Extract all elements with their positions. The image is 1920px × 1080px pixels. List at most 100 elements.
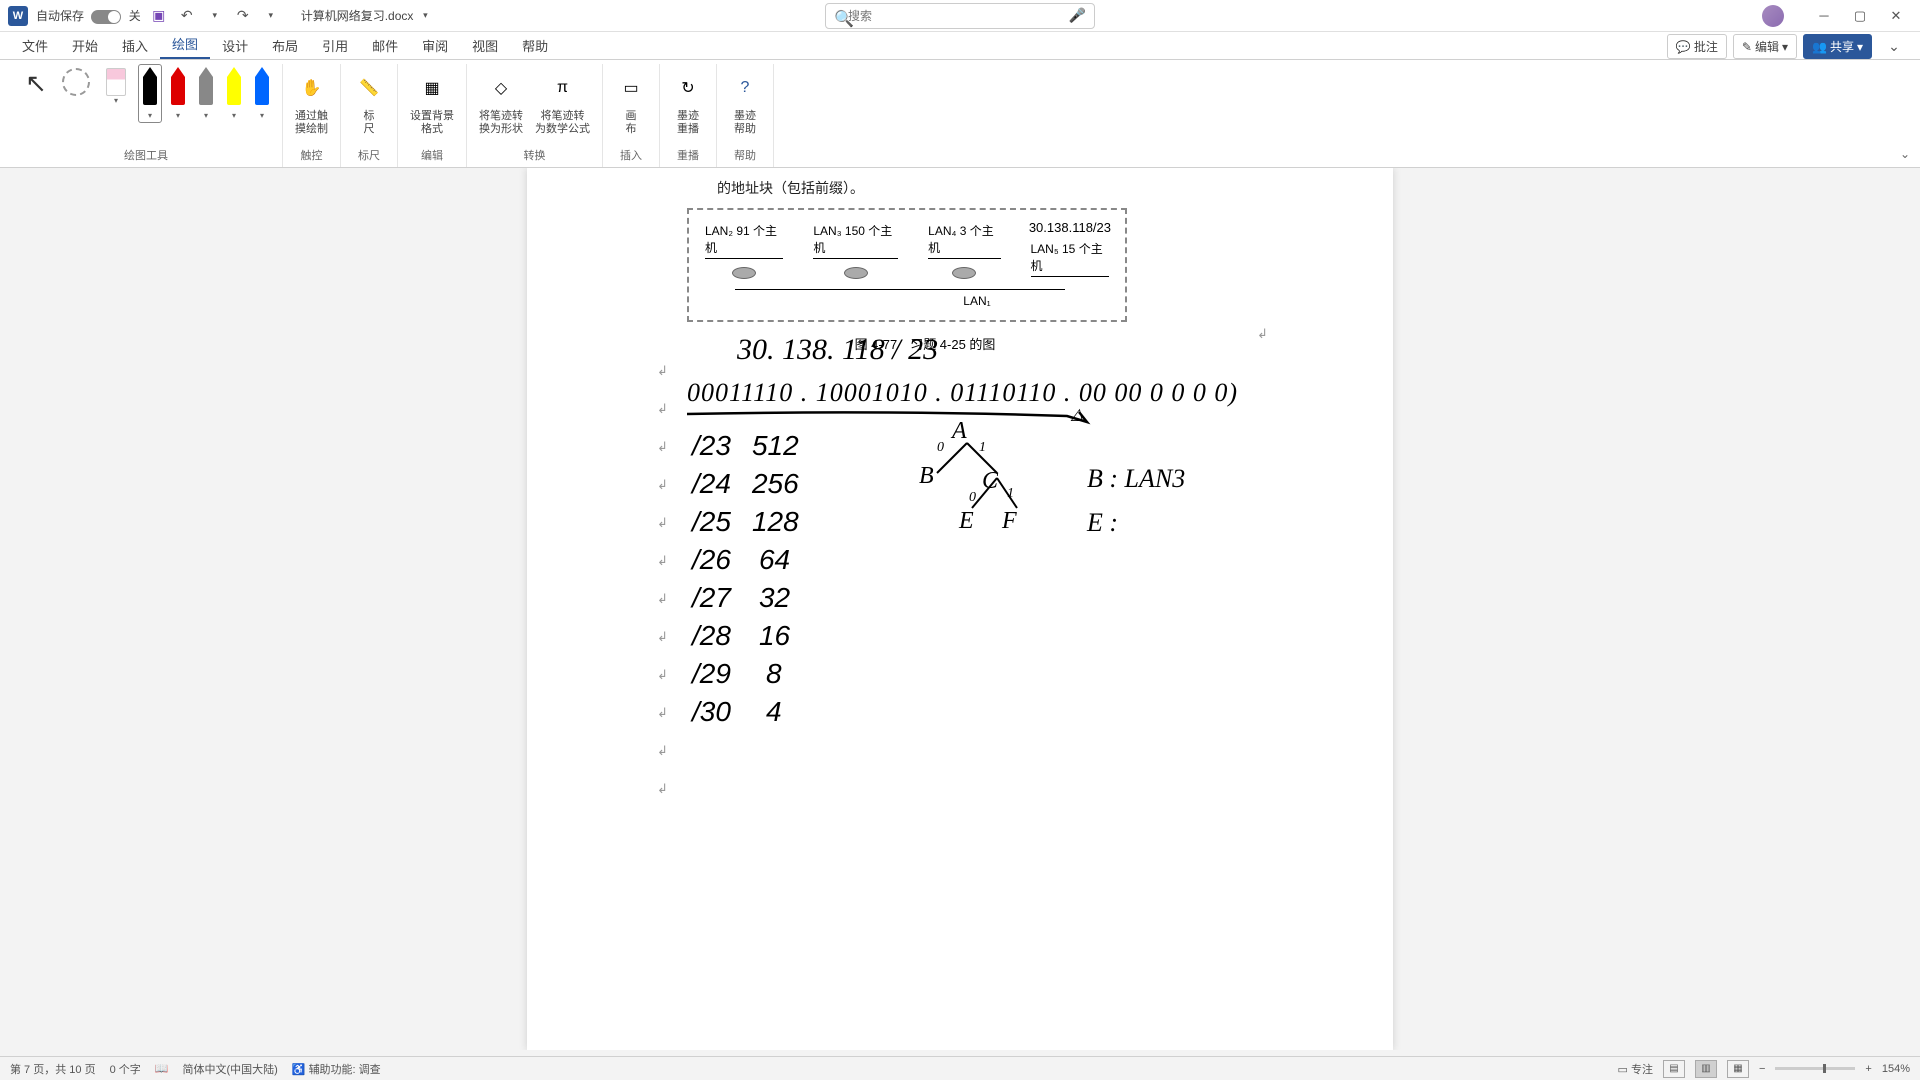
- para-mark: ↲: [657, 591, 668, 607]
- mic-icon[interactable]: 🎤: [1069, 7, 1086, 24]
- ink-underline: [687, 408, 1107, 426]
- tab-draw[interactable]: 绘图: [160, 30, 210, 59]
- eraser-tool[interactable]: ▾: [98, 64, 134, 109]
- document-page[interactable]: 的地址块（包括前缀）。 30.138.118/23 LAN₂ 91 个主机 LA…: [527, 168, 1393, 1050]
- canvas-button[interactable]: ▭ 画 布: [611, 64, 651, 140]
- ribbon-mode-icon[interactable]: ⌄: [1878, 35, 1910, 59]
- share-button[interactable]: 👥 共享 ▾: [1803, 34, 1872, 59]
- ink-tree-E: E: [959, 508, 974, 535]
- ribbon-group-replay: ↻ 墨迹 重播 重播: [660, 64, 717, 167]
- pen-black[interactable]: ▾: [138, 64, 162, 123]
- qat-more-icon[interactable]: ▾: [261, 6, 281, 26]
- view-read-mode[interactable]: ▤: [1663, 1060, 1685, 1078]
- title-bar: W 自动保存 关 ▣ ↶ ▾ ↷ ▾ 计算机网络复习.docx ▾ 🔍 🎤 ─ …: [0, 0, 1920, 32]
- group-label-convert: 转换: [524, 147, 546, 167]
- para-mark: ↲: [657, 515, 668, 531]
- autosave-toggle[interactable]: [91, 10, 121, 24]
- bus-line: [735, 289, 1065, 290]
- lan3-label: LAN₃ 150 个主机: [813, 222, 898, 259]
- ink-to-shape-button[interactable]: ◇ 将笔迹转 换为形状: [475, 64, 527, 140]
- para-mark: ↲: [657, 629, 668, 645]
- ink-to-math-button[interactable]: π 将笔迹转 为数学公式: [531, 64, 594, 140]
- ink-replay-button[interactable]: ↻ 墨迹 重播: [668, 64, 708, 140]
- title-dropdown-icon[interactable]: ▾: [415, 6, 435, 26]
- para-mark: ↲: [657, 705, 668, 721]
- ribbon-group-ruler: 📏 标 尺 标尺: [341, 64, 398, 167]
- status-language[interactable]: 简体中文(中国大陆): [182, 1061, 277, 1077]
- zoom-out-button[interactable]: −: [1759, 1063, 1765, 1075]
- ribbon-collapse-icon[interactable]: ⌄: [1900, 147, 1910, 161]
- highlighter-yellow[interactable]: ▾: [222, 64, 246, 123]
- lan1-label: LAN₁: [845, 294, 1109, 308]
- edit-mode-button[interactable]: ✎ 编辑 ▾: [1733, 34, 1797, 59]
- tab-home[interactable]: 开始: [60, 32, 110, 59]
- ribbon-tabs: 文件 开始 插入 绘图 设计 布局 引用 邮件 审阅 视图 帮助 💬 批注 ✎ …: [0, 32, 1920, 60]
- tab-view[interactable]: 视图: [460, 32, 510, 59]
- group-label-draw-tools: 绘图工具: [124, 147, 168, 167]
- touch-draw-button[interactable]: ✋ 通过触 摸绘制: [291, 64, 332, 140]
- ink-row-29: /29 8: [692, 658, 782, 691]
- user-avatar[interactable]: [1762, 5, 1784, 27]
- tab-design[interactable]: 设计: [210, 32, 260, 59]
- ink-tree-0b: 0: [969, 490, 976, 506]
- select-tool[interactable]: ↖: [18, 64, 54, 103]
- pen-gray[interactable]: ▾: [194, 64, 218, 123]
- view-print-layout[interactable]: ▥: [1695, 1060, 1717, 1078]
- tab-mailings[interactable]: 邮件: [360, 32, 410, 59]
- para-mark: ↲: [657, 401, 668, 417]
- tab-insert[interactable]: 插入: [110, 32, 160, 59]
- status-accessibility[interactable]: ♿ 辅助功能: 调查: [292, 1061, 381, 1077]
- group-label-replay: 重播: [677, 147, 699, 167]
- ink-note-b: B : LAN3: [1087, 464, 1185, 494]
- save-icon[interactable]: ▣: [149, 6, 169, 26]
- status-page[interactable]: 第 7 页，共 10 页: [10, 1061, 96, 1077]
- ink-format-button[interactable]: ▦ 设置背景 格式: [406, 64, 458, 140]
- undo-dropdown-icon[interactable]: ▾: [205, 6, 225, 26]
- para-mark: ↲: [657, 363, 668, 379]
- zoom-slider[interactable]: [1775, 1067, 1855, 1070]
- redo-icon[interactable]: ↷: [233, 6, 253, 26]
- document-area[interactable]: 的地址块（包括前缀）。 30.138.118/23 LAN₂ 91 个主机 LA…: [0, 168, 1920, 1050]
- printed-intro: 的地址块（包括前缀）。: [717, 178, 1253, 198]
- group-label-ruler: 标尺: [358, 147, 380, 167]
- lasso-tool[interactable]: [58, 64, 94, 100]
- search-input[interactable]: [848, 9, 1069, 23]
- document-title[interactable]: 计算机网络复习.docx: [301, 7, 414, 24]
- minimize-button[interactable]: ─: [1808, 4, 1840, 28]
- ink-note-e: E :: [1087, 508, 1118, 538]
- ruler-button[interactable]: 📏 标 尺: [349, 64, 389, 140]
- network-diagram: 30.138.118/23 LAN₂ 91 个主机 LAN₃ 150 个主机 L…: [687, 208, 1127, 322]
- tab-file[interactable]: 文件: [10, 32, 60, 59]
- highlighter-blue[interactable]: ▾: [250, 64, 274, 123]
- para-mark: ↲: [657, 667, 668, 683]
- tab-layout[interactable]: 布局: [260, 32, 310, 59]
- tab-review[interactable]: 审阅: [410, 32, 460, 59]
- ink-tree-C: C: [982, 468, 998, 495]
- ink-row-23: /23 512: [692, 430, 799, 463]
- zoom-in-button[interactable]: +: [1865, 1063, 1871, 1075]
- ink-ip: 30. 138. 118 / 23: [737, 333, 938, 367]
- ink-help-button[interactable]: ? 墨迹 帮助: [725, 64, 765, 140]
- group-label-edit: 编辑: [421, 147, 443, 167]
- router-icon: [732, 267, 756, 279]
- search-box[interactable]: 🔍 🎤: [825, 3, 1095, 29]
- ink-row-30: /30 4: [692, 696, 782, 729]
- close-button[interactable]: ✕: [1880, 4, 1912, 28]
- tab-help[interactable]: 帮助: [510, 32, 560, 59]
- status-focus[interactable]: ▭ 专注: [1618, 1061, 1653, 1077]
- maximize-button[interactable]: ▢: [1844, 4, 1876, 28]
- word-app-icon: W: [8, 6, 28, 26]
- autosave-label: 自动保存 关: [36, 7, 141, 24]
- group-label-touch: 触控: [301, 147, 323, 167]
- pen-red[interactable]: ▾: [166, 64, 190, 123]
- tab-references[interactable]: 引用: [310, 32, 360, 59]
- math-icon: π: [547, 68, 579, 108]
- undo-icon[interactable]: ↶: [177, 6, 197, 26]
- ink-tree-1a: 1: [979, 440, 986, 456]
- lan4-label: LAN₄ 3 个主机: [928, 222, 1000, 259]
- comments-button[interactable]: 💬 批注: [1667, 34, 1727, 59]
- zoom-level[interactable]: 154%: [1882, 1063, 1910, 1075]
- status-words[interactable]: 0 个字: [110, 1061, 141, 1077]
- view-web-layout[interactable]: ▦: [1727, 1060, 1749, 1078]
- status-proofing-icon[interactable]: 📖: [155, 1062, 169, 1075]
